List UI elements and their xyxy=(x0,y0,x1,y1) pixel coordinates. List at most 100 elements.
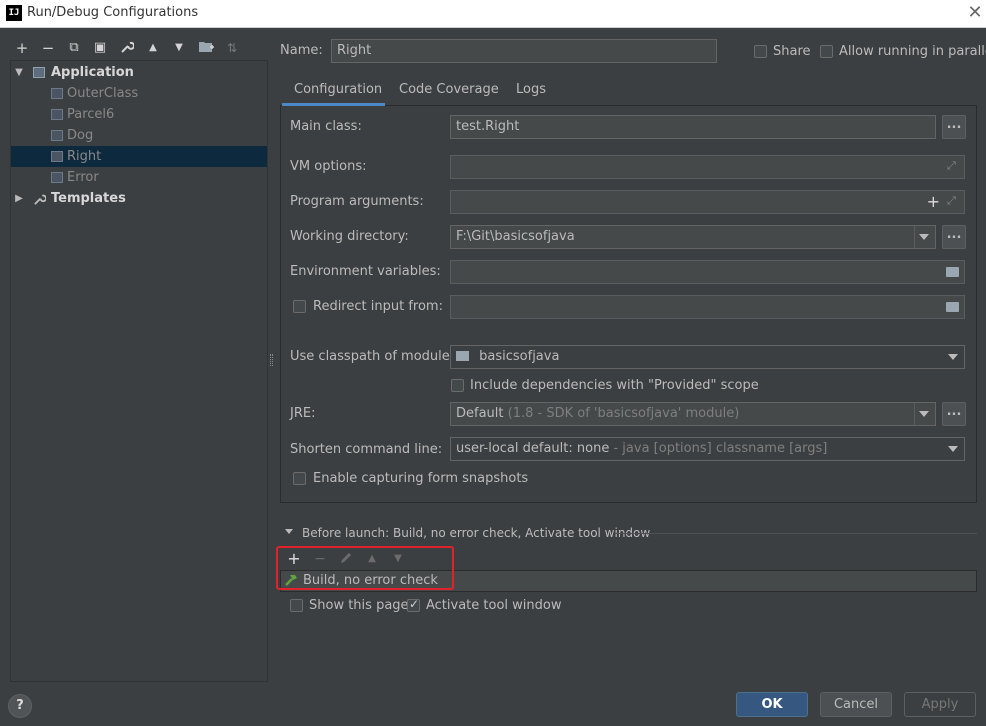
class-icon xyxy=(51,172,63,183)
ok-button[interactable]: OK xyxy=(736,692,808,717)
divider xyxy=(615,533,977,534)
add-icon[interactable]: + xyxy=(14,40,30,56)
application-icon xyxy=(33,67,45,78)
redirect-input-checkbox[interactable] xyxy=(293,300,306,313)
class-icon xyxy=(51,151,63,162)
tree-item-outerclass[interactable]: OuterClass xyxy=(11,83,267,104)
splitter-handle[interactable] xyxy=(270,354,273,366)
expand-icon[interactable]: ⤢ xyxy=(947,160,959,172)
close-icon[interactable]: ✕ xyxy=(966,3,984,23)
main-class-field[interactable]: test.Right xyxy=(450,115,936,139)
before-launch-header[interactable]: Before launch: Build, no error check, Ac… xyxy=(302,526,650,540)
window-title: Run/Debug Configurations xyxy=(27,5,199,20)
vm-options-label: VM options: xyxy=(290,159,367,174)
show-this-page-checkbox[interactable] xyxy=(290,599,303,612)
tree-node-templates[interactable]: ▶ Templates xyxy=(11,188,267,209)
save-icon[interactable]: ▣ xyxy=(92,40,108,56)
working-directory-field[interactable]: F:\Git\basicsofjava xyxy=(450,225,936,249)
include-dependencies-checkbox[interactable] xyxy=(451,379,464,392)
jre-select[interactable]: Default (1.8 - SDK of 'basicsofjava' mod… xyxy=(450,402,936,426)
capture-snapshots-checkbox[interactable] xyxy=(293,472,306,485)
include-dependencies-label: Include dependencies with "Provided" sco… xyxy=(470,378,759,393)
environment-variables-label: Environment variables: xyxy=(290,264,441,279)
cancel-button[interactable]: Cancel xyxy=(820,692,892,717)
tree-label: Parcel6 xyxy=(67,107,115,122)
classpath-module-value: basicsofjava xyxy=(479,349,560,364)
allow-parallel-checkbox[interactable] xyxy=(820,45,833,58)
expand-icon[interactable]: ⤢ xyxy=(947,195,959,207)
jre-value: Default xyxy=(456,406,504,421)
working-directory-label: Working directory: xyxy=(290,229,409,244)
help-button[interactable]: ? xyxy=(8,694,32,718)
allow-parallel-label: Allow running in parallel xyxy=(839,44,986,59)
intellij-app-icon: IJ xyxy=(6,5,22,21)
move-up-icon[interactable]: ▲ xyxy=(145,40,161,56)
sort-icon[interactable]: ⇅ xyxy=(224,40,240,56)
share-checkbox[interactable] xyxy=(754,45,767,58)
redirect-input-field[interactable] xyxy=(450,295,965,319)
add-macro-icon[interactable]: + xyxy=(927,191,940,213)
name-field[interactable]: Right xyxy=(331,39,717,63)
shorten-value: user-local default: none xyxy=(456,441,610,456)
folder-icon[interactable] xyxy=(946,302,959,312)
dropdown-separator xyxy=(914,403,915,425)
chevron-down-icon[interactable] xyxy=(919,411,929,417)
tree-label: Error xyxy=(67,170,99,185)
chevron-down-icon[interactable] xyxy=(948,446,958,452)
chevron-down-icon[interactable] xyxy=(948,354,958,360)
wrench-icon[interactable] xyxy=(119,40,135,56)
jre-detail: (1.8 - SDK of 'basicsofjava' module) xyxy=(507,406,740,421)
tree-item-parcel6[interactable]: Parcel6 xyxy=(11,104,267,125)
tree-label: Dog xyxy=(67,128,94,143)
classpath-module-label: Use classpath of module: xyxy=(290,349,455,364)
tab-logs[interactable]: Logs xyxy=(516,80,546,106)
tab-configuration[interactable]: Configuration xyxy=(282,80,385,106)
activate-tool-window-label: Activate tool window xyxy=(426,598,562,613)
shorten-detail: - java [options] classname [args] xyxy=(613,441,828,456)
redirect-input-label: Redirect input from: xyxy=(313,299,443,314)
tab-code-coverage[interactable]: Code Coverage xyxy=(399,80,499,106)
environment-variables-field[interactable] xyxy=(450,260,965,284)
move-down-icon[interactable]: ▼ xyxy=(171,40,187,56)
tree-item-error[interactable]: Error xyxy=(11,167,267,188)
configuration-tree[interactable]: ▼ Application OuterClass Parcel6 Dog Rig… xyxy=(10,60,268,682)
copy-icon[interactable]: ⧉ xyxy=(66,40,82,56)
tree-item-dog[interactable]: Dog xyxy=(11,125,267,146)
collapse-icon[interactable] xyxy=(285,529,293,534)
class-icon xyxy=(51,130,63,141)
class-icon xyxy=(51,109,63,120)
shorten-command-line-label: Shorten command line: xyxy=(290,442,443,457)
activate-tool-window-checkbox[interactable] xyxy=(407,597,420,612)
tree-label: Right xyxy=(67,149,102,164)
vm-options-field[interactable]: ⤢ xyxy=(450,155,965,179)
name-label: Name: xyxy=(280,43,323,58)
tree-label: Templates xyxy=(51,191,126,206)
highlight-annotation xyxy=(276,546,454,590)
classpath-module-select[interactable]: basicsofjava xyxy=(450,345,965,369)
tree-item-right[interactable]: Right xyxy=(11,146,267,167)
shorten-command-line-select[interactable]: user-local default: none - java [options… xyxy=(450,437,965,461)
tree-label: OuterClass xyxy=(67,86,139,101)
chevron-down-icon[interactable] xyxy=(919,234,929,240)
program-arguments-field[interactable]: + ⤢ xyxy=(450,190,965,214)
folder-icon[interactable] xyxy=(946,267,959,277)
program-arguments-label: Program arguments: xyxy=(290,194,424,209)
tree-label: Application xyxy=(51,65,134,80)
working-directory-value: F:\Git\basicsofjava xyxy=(456,229,575,244)
main-class-label: Main class: xyxy=(290,119,362,134)
tree-node-application[interactable]: ▼ Application xyxy=(11,62,267,83)
apply-button[interactable]: Apply xyxy=(904,692,976,717)
share-label: Share xyxy=(773,44,811,59)
chevron-down-icon[interactable]: ▼ xyxy=(13,62,25,83)
module-folder-icon xyxy=(456,351,469,361)
jre-browse-button[interactable]: ... xyxy=(942,402,966,426)
main-class-browse-button[interactable]: ... xyxy=(942,115,966,139)
chevron-right-icon[interactable]: ▶ xyxy=(13,188,25,209)
new-folder-icon[interactable] xyxy=(198,40,214,56)
class-icon xyxy=(51,88,63,99)
capture-snapshots-label: Enable capturing form snapshots xyxy=(313,471,529,486)
remove-icon[interactable]: − xyxy=(40,40,56,56)
working-directory-browse-button[interactable]: ... xyxy=(942,225,966,249)
show-this-page-label: Show this page xyxy=(309,598,409,613)
wrench-icon xyxy=(33,192,47,213)
